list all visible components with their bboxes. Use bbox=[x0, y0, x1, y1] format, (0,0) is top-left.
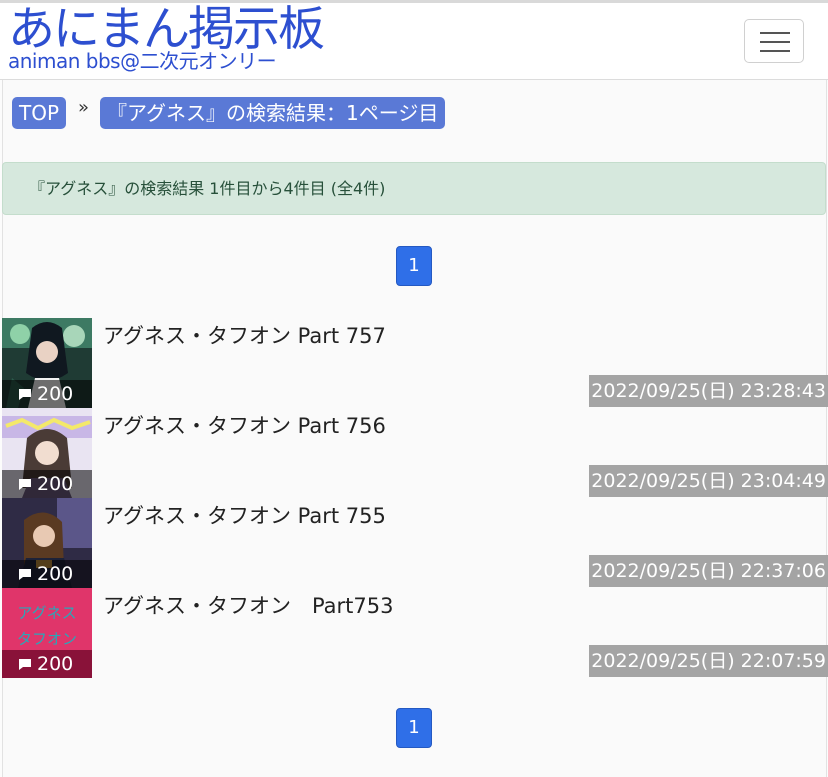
thread-thumbnail[interactable]: アグネス タフオン 200 bbox=[2, 588, 92, 678]
menu-toggle-button[interactable] bbox=[744, 19, 804, 63]
thread-date: 2022/09/25(日) 22:37:06 bbox=[589, 555, 828, 587]
thread-row[interactable]: 200 アグネス・タフオン Part 755 2022/09/25(日) 22:… bbox=[2, 498, 828, 588]
thread-row[interactable]: アグネス タフオン 200 アグネス・タフオン Part753 2022/09/… bbox=[2, 588, 828, 678]
comment-icon bbox=[19, 659, 31, 670]
thread-thumbnail[interactable]: 200 bbox=[2, 408, 92, 498]
breadcrumb-top-link[interactable]: TOP bbox=[12, 97, 67, 129]
thread-title-link[interactable]: アグネス・タフオン Part 757 bbox=[103, 323, 386, 349]
reply-count-badge: 200 bbox=[2, 560, 92, 588]
comment-icon bbox=[19, 479, 31, 490]
thread-title-link[interactable]: アグネス・タフオン Part753 bbox=[103, 593, 394, 619]
thread-title-link[interactable]: アグネス・タフオン Part 755 bbox=[103, 503, 386, 529]
svg-text:タフオン: タフオン bbox=[17, 630, 77, 648]
thread-thumbnail[interactable]: 200 bbox=[2, 318, 92, 408]
reply-count-badge: 200 bbox=[2, 380, 92, 408]
pagination-page-1-top[interactable]: 1 bbox=[396, 246, 432, 286]
reply-count: 200 bbox=[37, 563, 74, 585]
thread-date: 2022/09/25(日) 23:28:43 bbox=[589, 375, 828, 407]
breadcrumb-separator: » bbox=[78, 97, 90, 118]
pagination-page-1-bottom[interactable]: 1 bbox=[396, 708, 432, 748]
reply-count: 200 bbox=[37, 473, 74, 495]
reply-count-badge: 200 bbox=[2, 650, 92, 678]
comment-icon bbox=[19, 389, 31, 400]
navbar: あにまん掲示板 animan bbs@二次元オンリー bbox=[0, 3, 828, 80]
reply-count: 200 bbox=[37, 653, 74, 675]
reply-count: 200 bbox=[37, 383, 74, 405]
thread-title-link[interactable]: アグネス・タフオン Part 756 bbox=[103, 413, 386, 439]
thread-thumbnail[interactable]: 200 bbox=[2, 498, 92, 588]
site-logo-link[interactable]: あにまん掲示板 bbox=[8, 2, 325, 57]
thread-row[interactable]: 200 アグネス・タフオン Part 756 2022/09/25(日) 23:… bbox=[2, 408, 828, 498]
reply-count-badge: 200 bbox=[2, 470, 92, 498]
breadcrumb-current: 『アグネス』の検索結果：1ページ目 bbox=[100, 97, 446, 129]
thread-date: 2022/09/25(日) 22:07:59 bbox=[589, 645, 828, 677]
thumbnail-text: アグネス bbox=[17, 604, 76, 622]
site-subtitle: animan bbs@二次元オンリー bbox=[8, 49, 277, 73]
search-result-summary: 『アグネス』の検索結果 1件目から4件目 (全4件) bbox=[2, 162, 826, 215]
thread-row[interactable]: 200 アグネス・タフオン Part 757 2022/09/25(日) 23:… bbox=[2, 318, 828, 408]
comment-icon bbox=[19, 569, 31, 580]
thread-date: 2022/09/25(日) 23:04:49 bbox=[589, 465, 828, 497]
site-title: あにまん掲示板 bbox=[8, 2, 325, 57]
